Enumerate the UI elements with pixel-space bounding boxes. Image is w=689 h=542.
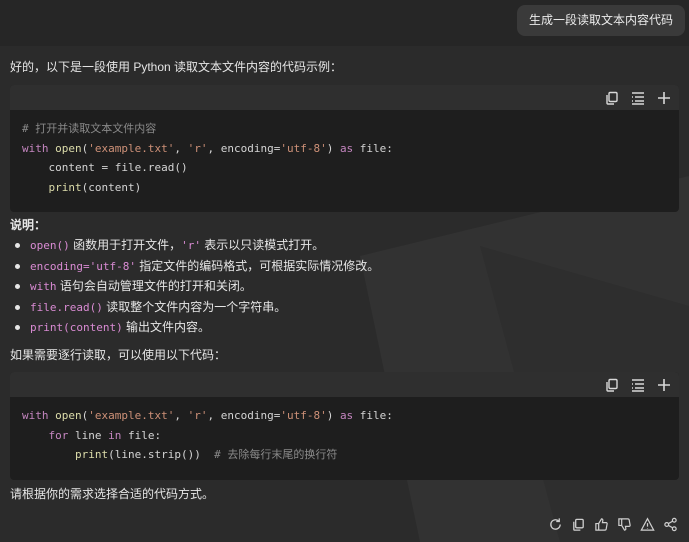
line-read-intro: 如果需要逐行读取，可以使用以下代码：: [10, 348, 227, 362]
share-button[interactable]: [662, 516, 679, 533]
code-block-2-toolbar: [10, 372, 679, 397]
code-block-2-content: with open('example.txt', 'r', encoding='…: [10, 397, 679, 465]
report-icon: [640, 516, 655, 531]
expand-icon: [658, 378, 670, 391]
reply-outro: 请根据你的需求选择合适的代码方式。: [10, 487, 215, 501]
list-item: encoding='utf-8' 指定文件的编码格式，可根据实际情况修改。: [12, 256, 379, 277]
report-button[interactable]: [639, 516, 656, 533]
code-line: print(line.strip()) # 去除每行末尾的换行符: [74, 448, 338, 461]
list-item: with 语句会自动管理文件的打开和关闭。: [12, 276, 379, 297]
code-line: # 打开并读取文本文件内容: [22, 122, 157, 135]
explain-list: open() 函数用于打开文件，'r' 表示以只读模式打开。 encoding=…: [12, 235, 379, 338]
list-item: open() 函数用于打开文件，'r' 表示以只读模式打开。: [12, 235, 379, 256]
wrap-icon: [632, 91, 644, 105]
message-action-bar: [547, 514, 679, 534]
like-button[interactable]: [593, 516, 610, 533]
regenerate-icon: [550, 517, 561, 530]
explain-title: 说明：: [10, 218, 47, 232]
list-item: print(content) 输出文件内容。: [12, 317, 379, 338]
copy-code-button[interactable]: [601, 87, 623, 109]
code-line: with open('example.txt', 'r', encoding='…: [22, 141, 393, 155]
code-line: with open('example.txt', 'r', encoding='…: [22, 409, 393, 422]
code-block-1-content: # 打开并读取文本文件内容 with open('example.txt', '…: [10, 110, 679, 197]
copy-icon: [606, 91, 618, 105]
code-block-2: with open('example.txt', 'r', encoding='…: [10, 372, 679, 480]
thumbs-up-icon: [595, 517, 608, 531]
user-message-bubble: 生成一段读取文本内容代码: [516, 5, 685, 36]
code-block-1-toolbar: [10, 85, 679, 110]
copy-message-button[interactable]: [570, 516, 587, 533]
copy-icon: [606, 378, 618, 392]
thumbs-down-icon: [618, 517, 631, 531]
expand-code-button[interactable]: [653, 374, 675, 396]
dislike-button[interactable]: [616, 516, 633, 533]
list-item: file.read() 读取整个文件内容为一个字符串。: [12, 297, 379, 318]
wrap-code-button[interactable]: [627, 374, 649, 396]
copy-icon: [573, 518, 584, 531]
code-line: content = file.read(): [22, 161, 188, 174]
expand-code-button[interactable]: [653, 87, 675, 109]
code-line: for line in file:: [48, 428, 162, 442]
expand-icon: [658, 91, 670, 104]
share-icon: [664, 517, 677, 531]
wrap-icon: [632, 378, 644, 392]
copy-code-button[interactable]: [601, 374, 623, 396]
wrap-code-button[interactable]: [627, 87, 649, 109]
reply-intro: 好的，以下是一段使用 Python 读取文本文件内容的代码示例：: [10, 60, 343, 74]
regenerate-button[interactable]: [547, 516, 564, 533]
code-block-1: # 打开并读取文本文件内容 with open('example.txt', '…: [10, 85, 679, 212]
code-line: print(content): [48, 180, 142, 194]
